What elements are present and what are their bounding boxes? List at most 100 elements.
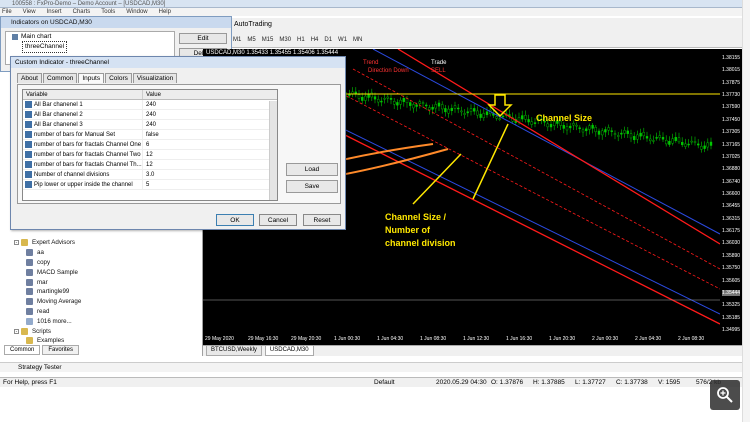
time-tick: 1 Jun 08:30	[420, 336, 447, 342]
zoom-button[interactable]	[710, 380, 740, 410]
division-annotation-line2: Number of	[385, 225, 430, 235]
navigator-item[interactable]: copy	[8, 258, 81, 268]
page-scrollbar[interactable]	[742, 0, 750, 422]
candle-body	[479, 113, 482, 118]
parameter-icon	[25, 171, 32, 178]
navigator-item[interactable]: Moving Average	[8, 297, 81, 307]
time-tick: 2 Jun 00:30	[592, 336, 619, 342]
candle-body	[594, 127, 597, 132]
tab-colors[interactable]: Colors	[105, 73, 132, 83]
chart-tab[interactable]: BTCUSD,Weekly	[206, 346, 262, 356]
parameter-icon	[25, 141, 32, 148]
input-row[interactable]: number of bars for fractals Channel Two 1…	[23, 150, 277, 160]
navigator-item-label: aa	[37, 249, 44, 257]
candle-body	[376, 99, 380, 103]
navigator-item[interactable]: 1016 more...	[8, 316, 81, 326]
timeframe-m15[interactable]: M15	[262, 37, 274, 43]
input-row[interactable]: number of bars for Manual Set false	[23, 130, 277, 140]
navigator-tab-favorites[interactable]: Favorites	[42, 345, 80, 355]
menu-insert[interactable]: Insert	[47, 9, 62, 15]
candle-body	[495, 116, 498, 119]
input-value[interactable]: 3.0	[143, 170, 154, 179]
timeframe-w1[interactable]: W1	[338, 37, 347, 43]
timeframe-mn[interactable]: MN	[353, 37, 362, 43]
candle-body	[389, 98, 393, 100]
menu-file[interactable]: File	[2, 9, 12, 15]
navigator-tab-common[interactable]: Common	[4, 345, 41, 355]
price-tick: 1.35890	[722, 252, 741, 259]
navigator-item[interactable]: read	[8, 307, 81, 317]
trade-label: Trade	[431, 60, 447, 66]
price-tick: 1.36315	[722, 215, 741, 222]
timeframe-bar: M1 M5 M15 M30 H1 H4 D1 W1 MN	[233, 37, 362, 43]
candle-body	[607, 127, 610, 131]
input-row[interactable]: Number of channel divisions 3.0	[23, 170, 277, 180]
navigator-item[interactable]: MACD Sample	[8, 267, 81, 277]
input-variable-cell: All Bar chanenel 2	[23, 110, 143, 119]
edit-button[interactable]: Edit	[179, 33, 227, 44]
candle-body	[677, 137, 681, 143]
cancel-button[interactable]: Cancel	[259, 214, 297, 226]
candle-body	[428, 107, 431, 110]
timeframe-h1[interactable]: H1	[297, 37, 305, 43]
timeframe-m1[interactable]: M1	[233, 37, 241, 43]
tree-toggle-icon[interactable]: -	[14, 240, 19, 246]
price-tick: 1.34995	[722, 327, 741, 333]
price-tick: 1.37025	[722, 153, 741, 160]
menu-window[interactable]: Window	[126, 9, 147, 15]
input-value[interactable]: 240	[143, 120, 156, 129]
input-value[interactable]: 5	[143, 180, 149, 189]
menu-help[interactable]: Help	[159, 9, 171, 15]
timeframe-d1[interactable]: D1	[324, 37, 332, 43]
tree-indicator-item[interactable]: threeChannel	[6, 41, 174, 53]
window-title-bar: 100558 : FxPro-Demo – Demo Account – [US…	[0, 0, 742, 8]
navigator-item[interactable]: - Scripts	[8, 326, 81, 336]
expert-icon	[26, 249, 33, 257]
timeframe-h4[interactable]: H4	[311, 37, 319, 43]
tab-inputs[interactable]: Inputs	[78, 73, 105, 83]
tab-about[interactable]: About	[17, 73, 42, 83]
status-high: H: 1.37885	[533, 379, 565, 386]
candle-body	[418, 101, 422, 104]
menu-charts[interactable]: Charts	[73, 9, 91, 15]
input-value[interactable]: 240	[143, 110, 156, 119]
navigator-item[interactable]: - Expert Advisors	[8, 238, 81, 248]
reset-button[interactable]: Reset	[303, 214, 341, 226]
input-row[interactable]: All Bar chanenel 2 240	[23, 110, 277, 120]
input-row[interactable]: number of bars for fractals Channel Th..…	[23, 160, 277, 170]
input-row[interactable]: All Bar chanenel 1 240	[23, 100, 277, 110]
load-button[interactable]: Load	[286, 163, 338, 176]
input-row[interactable]: number of bars for fractals Channel One 6	[23, 140, 277, 150]
timeframe-m30[interactable]: M30	[279, 37, 291, 43]
time-tick: 1 Jun 16:30	[506, 336, 533, 342]
price-tick: 1.35444	[722, 289, 741, 296]
candle-body	[591, 124, 594, 129]
inputs-grid: Variable Value All Bar chanenel 1 240 All …	[22, 89, 278, 201]
input-value[interactable]: 240	[143, 100, 156, 109]
input-row[interactable]: All Bar chanenel 3 240	[23, 120, 277, 130]
timeframe-m5[interactable]: M5	[247, 37, 255, 43]
input-value[interactable]: 12	[143, 150, 153, 159]
grid-scrollbar[interactable]	[269, 101, 277, 200]
channel-outer-lower-line	[302, 108, 720, 315]
strategy-tester-bar[interactable]: Strategy Tester	[0, 362, 742, 372]
menu-tools[interactable]: Tools	[101, 9, 115, 15]
tree-toggle-icon[interactable]: -	[14, 328, 19, 334]
chart-tab[interactable]: USDCAD,M30	[264, 346, 314, 356]
navigator-item[interactable]: mar	[8, 277, 81, 287]
parameter-icon	[25, 151, 32, 158]
navigator-item[interactable]: martingle99	[8, 287, 81, 297]
candle-body	[549, 124, 553, 128]
ok-button[interactable]: OK	[216, 214, 254, 226]
tab-visualization[interactable]: Visualization	[132, 73, 178, 83]
input-value[interactable]: 12	[143, 160, 153, 169]
tab-common[interactable]: Common	[43, 73, 78, 83]
input-value[interactable]: 6	[143, 140, 149, 149]
input-row[interactable]: Pip lower or upper inside the channel 5	[23, 180, 277, 190]
navigator-item[interactable]: aa	[8, 248, 81, 258]
candle-body	[610, 130, 613, 132]
candle-body	[380, 100, 383, 103]
input-value[interactable]: false	[143, 130, 159, 139]
menu-view[interactable]: View	[23, 9, 36, 15]
save-button[interactable]: Save	[286, 180, 338, 193]
